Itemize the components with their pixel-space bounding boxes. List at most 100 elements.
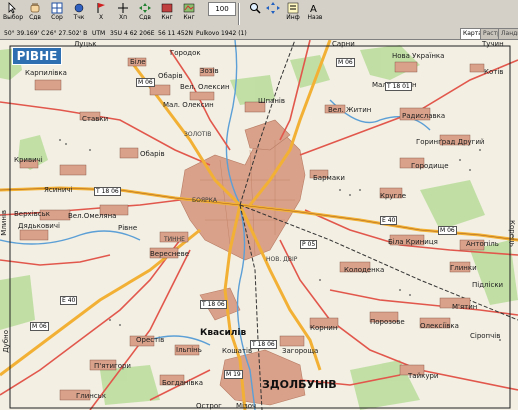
label-bila-krynytsia: Біла Криниця bbox=[388, 238, 438, 246]
label-porozove: Порозове bbox=[370, 318, 405, 326]
label-zolotiv: ЗОЛОТІВ bbox=[184, 131, 212, 138]
grid-icon bbox=[51, 2, 63, 14]
urban-area-rivne bbox=[179, 119, 306, 261]
label-mlyniv: Млинів bbox=[0, 210, 8, 236]
utm-label: UTM bbox=[92, 30, 106, 37]
label-orestiv: Орестів bbox=[136, 336, 165, 344]
map-canvas[interactable] bbox=[0, 40, 518, 410]
label-barmaky: Бармаки bbox=[313, 174, 345, 182]
label-shpaniv: Шпанів bbox=[258, 97, 285, 105]
cursor-button[interactable]: Хп bbox=[112, 1, 134, 26]
labels-button[interactable]: A Назв bbox=[304, 1, 326, 26]
magnifier-icon bbox=[250, 3, 261, 14]
flag-button[interactable]: Х bbox=[90, 1, 112, 26]
road-tag: Е 40 bbox=[380, 216, 398, 225]
label-vel-omelyana: Вел.Омеляна bbox=[68, 212, 117, 220]
road-tag: Т 18 01 bbox=[385, 82, 412, 91]
road-tag: Е 40 bbox=[60, 296, 78, 305]
label-mal-oleksyn: Мал. Олексин bbox=[163, 101, 214, 109]
book-button[interactable]: Кнг bbox=[156, 1, 178, 26]
longitude-readout: 26° 27.502' В bbox=[46, 30, 88, 37]
label-sarny: Сарни bbox=[332, 40, 355, 48]
label-zdolbuniv: ЗДОЛБУНІВ bbox=[262, 378, 337, 391]
label-nov-dvir: НОВ. ДВІР bbox=[266, 256, 298, 263]
label-obariv: Обарів bbox=[140, 150, 165, 158]
label-horodok: Городок bbox=[170, 49, 201, 57]
label-hlynky: Глинки bbox=[450, 264, 477, 272]
road-tag: М 06 bbox=[336, 58, 355, 67]
label-rivne-suburb: Рівне bbox=[118, 224, 138, 232]
label-kotiv: Котів bbox=[484, 68, 504, 76]
label-tynne: ТИННЕ bbox=[164, 236, 185, 243]
road-tag: М 06 bbox=[30, 322, 49, 331]
arrows-icon bbox=[139, 3, 151, 13]
map-view[interactable]: РІВНЕ Луцьк Сарни Тучин Млинів Корець Ду… bbox=[0, 40, 518, 410]
label-zahoroshcha: Загороща bbox=[282, 347, 319, 355]
label-kolodenka: Колоденка bbox=[344, 266, 385, 274]
label-veresneve: Вересневе bbox=[150, 250, 190, 258]
label-mizoch: Мізоч bbox=[236, 402, 257, 410]
info-icon bbox=[287, 2, 299, 14]
tab-landscape[interactable]: Ландш bbox=[498, 28, 518, 40]
info-button[interactable]: Инф bbox=[282, 1, 304, 26]
move-button[interactable]: Сдв bbox=[134, 1, 156, 26]
label-dubno: Дубно bbox=[2, 330, 10, 353]
label-horynhrad-druhyi: Горинґрад Другий bbox=[416, 138, 485, 146]
label-hlynsk: Глинськ bbox=[76, 392, 107, 400]
label-verkhivsk: Верхівськ bbox=[14, 210, 50, 218]
label-obariv-north: Обарів bbox=[158, 72, 183, 80]
label-korets: Корець bbox=[508, 220, 516, 247]
cursor-icon bbox=[118, 3, 128, 13]
compass-arrows-icon bbox=[266, 2, 280, 14]
label-boyarka: БОЯРКА bbox=[192, 197, 217, 204]
toolbar: Выбор Сдв Сор Тчк Х Хп Сдв Кнг Кнг 100 И… bbox=[0, 0, 518, 29]
pan-button[interactable]: Сдв bbox=[24, 1, 46, 26]
road-tag: Р 05 bbox=[300, 240, 318, 249]
label-kryvychi: Кривичі bbox=[14, 156, 43, 164]
hand-icon bbox=[30, 3, 40, 13]
toolbar-separator bbox=[238, 3, 240, 25]
label-yasynychi: Ясиничі bbox=[44, 186, 73, 194]
select-button[interactable]: Выбор bbox=[2, 1, 24, 26]
point-button[interactable]: Тчк bbox=[68, 1, 90, 26]
svg-text:A: A bbox=[310, 4, 317, 14]
flag-icon bbox=[97, 3, 105, 13]
easting-readout: 4 62 206Е bbox=[124, 30, 155, 37]
label-bile: Біле bbox=[130, 58, 146, 66]
label-myatyn: М'ятин bbox=[452, 303, 478, 311]
label-stavky: Ставки bbox=[82, 115, 109, 123]
label-ostroh: Острог bbox=[196, 402, 222, 410]
road-tag: М 06 bbox=[438, 226, 457, 235]
label-lutsk: Луцьк bbox=[74, 40, 97, 48]
road-tag: М 19 bbox=[224, 370, 243, 379]
zoom-input[interactable]: 100 bbox=[208, 2, 236, 16]
label-ilpin: Ільпінь bbox=[176, 346, 202, 354]
label-pidliski: Підліски bbox=[472, 281, 504, 289]
northing-readout: 56 11 452N bbox=[158, 30, 194, 37]
pointer-icon bbox=[8, 2, 16, 14]
view-tabs: Карта Растр Ландш bbox=[460, 28, 518, 40]
book-icon bbox=[161, 3, 173, 13]
navigate-button[interactable] bbox=[262, 1, 284, 26]
label-koshativ: Кошатів bbox=[222, 347, 253, 355]
label-nova-ukrainka: Нова Українка bbox=[392, 52, 445, 60]
coordinate-bar: 50° 39.169' С 26° 27.502' В UTM 35U 4 62… bbox=[0, 28, 518, 40]
label-antopil: Антопіль bbox=[466, 240, 499, 248]
label-kornyn: Корнин bbox=[310, 324, 338, 332]
road-tag: Т 18 06 bbox=[200, 300, 227, 309]
map-icon bbox=[183, 3, 195, 13]
label-dyadkovychi: Дядьковичі bbox=[18, 222, 60, 230]
utm-zone: 35U bbox=[110, 30, 123, 37]
latitude-readout: 50° 39.169' С bbox=[4, 30, 46, 37]
label-horodyshche: Городище bbox=[411, 162, 449, 170]
road-tag: Т 18 06 bbox=[250, 340, 277, 349]
region-badge: РІВНЕ bbox=[12, 47, 62, 65]
grid-button[interactable]: Сор bbox=[46, 1, 68, 26]
label-vel-zhytyn: Вел. Житин bbox=[328, 106, 372, 114]
label-siropchiv: Сіропчів bbox=[470, 332, 501, 340]
label-taikury: Тайкури bbox=[408, 372, 439, 380]
label-zoziv: Зозів bbox=[200, 67, 219, 75]
map-button[interactable]: Кнг bbox=[178, 1, 200, 26]
point-icon bbox=[74, 3, 84, 13]
label-piatyhory: П'ятигори bbox=[94, 362, 131, 370]
